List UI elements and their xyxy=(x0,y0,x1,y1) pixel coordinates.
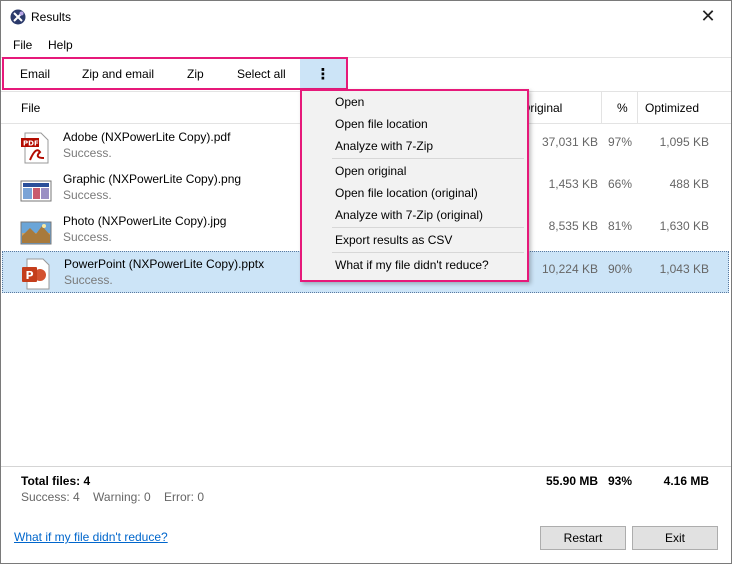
reduction-percent: 81% xyxy=(607,219,632,233)
restart-button[interactable]: Restart xyxy=(540,526,626,550)
file-status: Success. xyxy=(63,230,112,244)
menu-item-open-file-location[interactable]: Open file location xyxy=(335,117,428,131)
results-window: Results ✕ File Help Email Zip and email … xyxy=(0,0,732,564)
more-vertical-icon: ⋮ xyxy=(315,65,331,83)
window-title: Results xyxy=(31,10,72,24)
original-size: 37,031 KB xyxy=(541,135,598,149)
more-options-menu: Open Open file location Analyze with 7-Z… xyxy=(300,89,529,282)
success-count: Success: 4 xyxy=(21,490,80,504)
title-bar: Results ✕ xyxy=(1,1,731,32)
total-percent: 93% xyxy=(607,474,632,488)
reduction-percent: 90% xyxy=(607,262,632,276)
optimized-size: 488 KB xyxy=(669,177,709,191)
close-icon: ✕ xyxy=(700,6,716,26)
summary-divider xyxy=(1,466,731,467)
menu-item-open-file-location-original[interactable]: Open file location (original) xyxy=(335,186,478,200)
image-file-icon xyxy=(20,180,52,202)
result-stats: Success: 4 Warning: 0 Error: 0 xyxy=(21,490,214,504)
menu-separator xyxy=(332,158,524,159)
file-name: Graphic (NXPowerLite Copy).png xyxy=(63,172,242,186)
error-count: Error: 0 xyxy=(163,490,204,504)
reduction-percent: 97% xyxy=(607,135,632,149)
zip-button[interactable]: Zip xyxy=(187,67,204,81)
zip-and-email-button[interactable]: Zip and email xyxy=(82,67,154,81)
file-name: Adobe (NXPowerLite Copy).pdf xyxy=(63,130,231,144)
app-logo-icon xyxy=(10,9,26,25)
menu-item-export-csv[interactable]: Export results as CSV xyxy=(335,233,452,247)
optimized-size: 1,095 KB xyxy=(659,135,709,149)
close-button[interactable]: ✕ xyxy=(685,1,731,32)
menu-file[interactable]: File xyxy=(13,38,32,52)
menu-item-open[interactable]: Open xyxy=(335,95,364,109)
file-status: Success. xyxy=(64,273,113,287)
file-status: Success. xyxy=(63,188,112,202)
file-status: Success. xyxy=(63,146,112,160)
original-size: 1,453 KB xyxy=(548,177,598,191)
original-size: 8,535 KB xyxy=(548,219,598,233)
file-name: Photo (NXPowerLite Copy).jpg xyxy=(63,214,227,228)
menu-separator xyxy=(332,227,524,228)
help-link[interactable]: What if my file didn't reduce? xyxy=(14,530,168,544)
menu-item-analyze-7zip-original[interactable]: Analyze with 7-Zip (original) xyxy=(335,208,483,222)
optimized-size: 1,630 KB xyxy=(659,219,709,233)
more-options-button[interactable]: ⋮ xyxy=(300,59,346,88)
photo-file-icon xyxy=(20,221,52,245)
total-original-size: 55.90 MB xyxy=(545,474,598,488)
warning-count: Warning: 0 xyxy=(93,490,151,504)
select-all-button[interactable]: Select all xyxy=(237,67,286,81)
exit-button[interactable]: Exit xyxy=(632,526,718,550)
optimized-size: 1,043 KB xyxy=(659,262,709,276)
footer: What if my file didn't reduce? Restart E… xyxy=(1,513,731,563)
original-size: 10,224 KB xyxy=(541,262,598,276)
column-separator xyxy=(601,91,602,123)
file-name: PowerPoint (NXPowerLite Copy).pptx xyxy=(64,257,265,271)
menu-help[interactable]: Help xyxy=(48,38,73,52)
total-files: Total files: 4 xyxy=(21,474,91,488)
pdf-icon: PDF xyxy=(21,132,49,164)
powerpoint-icon: P xyxy=(22,258,50,290)
menu-item-analyze-7zip[interactable]: Analyze with 7-Zip xyxy=(335,139,433,153)
svg-text:PDF: PDF xyxy=(23,140,39,148)
total-optimized-size: 4.16 MB xyxy=(663,474,709,488)
reduction-percent: 66% xyxy=(607,177,632,191)
menu-separator xyxy=(332,252,524,253)
toolbar: Email Zip and email Zip Select all ⋮ xyxy=(2,57,348,90)
email-button[interactable]: Email xyxy=(20,67,50,81)
menu-item-open-original[interactable]: Open original xyxy=(335,164,406,178)
svg-text:P: P xyxy=(26,269,34,282)
column-separator xyxy=(637,91,638,123)
menu-item-what-if[interactable]: What if my file didn't reduce? xyxy=(335,258,489,272)
